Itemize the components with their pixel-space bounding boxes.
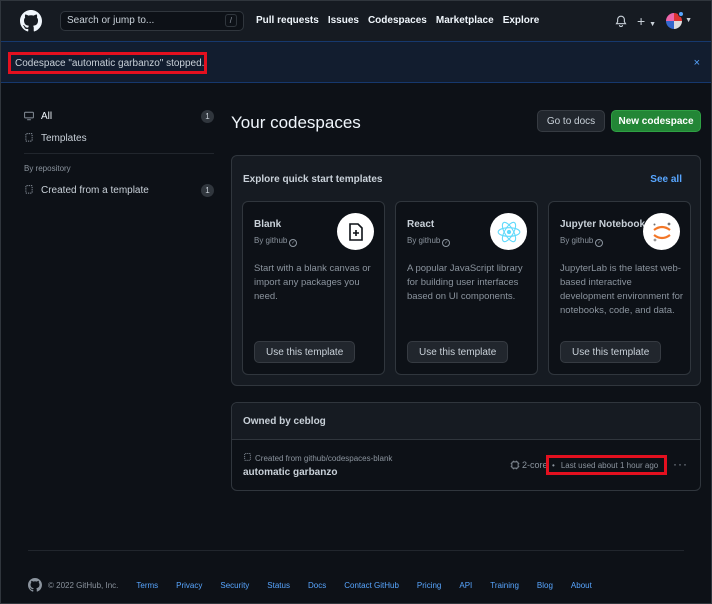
new-codespace-button[interactable]: New codespace — [611, 110, 701, 132]
avatar — [666, 10, 685, 29]
panel-heading: Explore quick start templates — [243, 174, 383, 185]
count-badge: 1 — [201, 110, 214, 123]
copyright: © 2022 GitHub, Inc. — [48, 580, 119, 590]
nav-codespaces[interactable]: Codespaces — [368, 15, 427, 26]
codespace-name-link[interactable]: automatic garbanzo — [243, 467, 337, 478]
top-header: Search or jump to... / Pull requests Iss… — [0, 0, 712, 41]
sidebar-group-heading: By repository — [24, 164, 71, 173]
jupyter-logo-icon — [643, 213, 680, 250]
chevron-down-icon: ▼ — [685, 17, 692, 24]
close-icon[interactable]: × — [694, 57, 700, 69]
footer-link-status[interactable]: Status — [267, 581, 290, 590]
template-author-text: By github — [560, 236, 594, 245]
footer-link-security[interactable]: Security — [220, 581, 249, 590]
codespace-source: Created from github/codespaces-blank — [243, 453, 392, 463]
see-all-link[interactable]: See all — [650, 174, 682, 185]
verified-icon: ✓ — [289, 239, 298, 247]
nav-explore[interactable]: Explore — [503, 15, 540, 26]
template-name: React — [407, 219, 435, 230]
footer-link-terms[interactable]: Terms — [136, 581, 158, 590]
user-menu[interactable]: ▼ — [666, 10, 692, 29]
monitor-icon — [24, 111, 36, 123]
footer-link-api[interactable]: API — [459, 581, 472, 590]
sidebar-item-all[interactable]: All 1 — [24, 108, 214, 125]
footer-link-pricing[interactable]: Pricing — [417, 581, 441, 590]
notification-dot — [678, 10, 685, 17]
use-template-button[interactable]: Use this template — [254, 341, 356, 363]
search-shortcut-badge: / — [224, 14, 237, 27]
template-author: By github ✓ — [407, 236, 451, 247]
nav-marketplace[interactable]: Marketplace — [436, 15, 494, 26]
machine-cores: 2-core — [522, 460, 548, 470]
plus-icon: + — [637, 12, 646, 29]
github-logo-icon[interactable] — [28, 578, 42, 592]
template-card-jupyter: Jupyter Notebook By github ✓ JupyterLab i… — [548, 201, 691, 375]
template-card-blank: Blank By github ✓ Start with a blank canv… — [242, 201, 385, 375]
footer-link-privacy[interactable]: Privacy — [176, 581, 202, 590]
use-template-button[interactable]: Use this template — [407, 341, 509, 363]
create-new-menu[interactable]: + ▼ — [637, 13, 656, 29]
footer-link-docs[interactable]: Docs — [308, 581, 326, 590]
count-badge: 1 — [201, 184, 214, 197]
footer-link-about[interactable]: About — [571, 581, 592, 590]
verified-icon: ✓ — [595, 239, 604, 247]
github-logo-icon[interactable] — [20, 9, 42, 32]
panel-heading: Owned by ceblog — [232, 403, 700, 440]
footer: © 2022 GitHub, Inc. Terms Privacy Securi… — [28, 578, 610, 592]
footer-divider — [28, 550, 684, 551]
template-name: Blank — [254, 219, 282, 230]
separator-dot: • — [552, 460, 555, 470]
codespace-source-text: Created from github/codespaces-blank — [255, 454, 393, 463]
sidebar-item-templates[interactable]: Templates — [24, 130, 214, 147]
template-description: Start with a blank canvas or import any … — [254, 263, 371, 302]
footer-link-training[interactable]: Training — [490, 581, 519, 590]
template-author-text: By github — [254, 236, 288, 245]
page-title: Your codespaces — [231, 113, 361, 132]
go-to-docs-button[interactable]: Go to docs — [537, 110, 605, 132]
divider — [24, 153, 214, 154]
template-description: A popular JavaScript library for buildin… — [407, 263, 523, 302]
nav-pull-requests[interactable]: Pull requests — [256, 15, 319, 26]
react-logo-icon — [490, 213, 527, 250]
template-author: By github ✓ — [560, 236, 604, 247]
footer-link-blog[interactable]: Blog — [537, 581, 553, 590]
sidebar: All 1 Templates By repository Created fr… — [24, 108, 214, 204]
template-author-text: By github — [407, 236, 441, 245]
template-card-react: React By github ✓ A popular JavaScript li… — [395, 201, 538, 375]
footer-link-contact[interactable]: Contact GitHub — [344, 581, 399, 590]
chevron-down-icon: ▼ — [649, 20, 657, 28]
bell-icon[interactable] — [615, 15, 627, 27]
repo-template-icon — [24, 184, 36, 197]
repo-template-icon — [24, 132, 36, 145]
nav-issues[interactable]: Issues — [328, 15, 359, 26]
header-actions: + ▼ ▼ — [615, 10, 692, 29]
owned-codespaces-panel: Owned by ceblog Created from github/code… — [231, 402, 701, 491]
cpu-icon — [510, 460, 520, 470]
use-template-button[interactable]: Use this template — [560, 341, 662, 363]
last-used-status: • Last used about 1 hour ago — [546, 455, 667, 475]
repo-template-icon — [244, 453, 251, 461]
template-description: JupyterLab is the latest web-based inter… — [560, 263, 684, 316]
last-used-text: Last used about 1 hour ago — [560, 460, 659, 470]
more-options-icon[interactable]: ··· — [673, 457, 688, 471]
sidebar-item-label: Created from a template — [41, 185, 149, 196]
flash-message: Codespace "automatic garbanzo" stopped. — [8, 52, 207, 74]
blank-file-icon — [337, 213, 374, 250]
sidebar-item-created-from-template[interactable]: Created from a template 1 — [24, 182, 214, 199]
sidebar-item-label: Templates — [41, 133, 87, 144]
search-placeholder: Search or jump to... — [67, 15, 155, 26]
sidebar-item-label: All — [41, 111, 53, 122]
global-nav: Pull requests Issues Codespaces Marketpl… — [256, 15, 548, 26]
quick-start-templates-panel: Explore quick start templates See all Bl… — [231, 155, 701, 386]
flash-banner: Codespace "automatic garbanzo" stopped. … — [0, 41, 712, 83]
template-author: By github ✓ — [254, 236, 298, 247]
machine-type: 2-core — [510, 460, 548, 470]
search-input[interactable]: Search or jump to... / — [60, 10, 244, 31]
template-name: Jupyter Notebook — [560, 219, 646, 230]
verified-icon: ✓ — [442, 239, 451, 247]
